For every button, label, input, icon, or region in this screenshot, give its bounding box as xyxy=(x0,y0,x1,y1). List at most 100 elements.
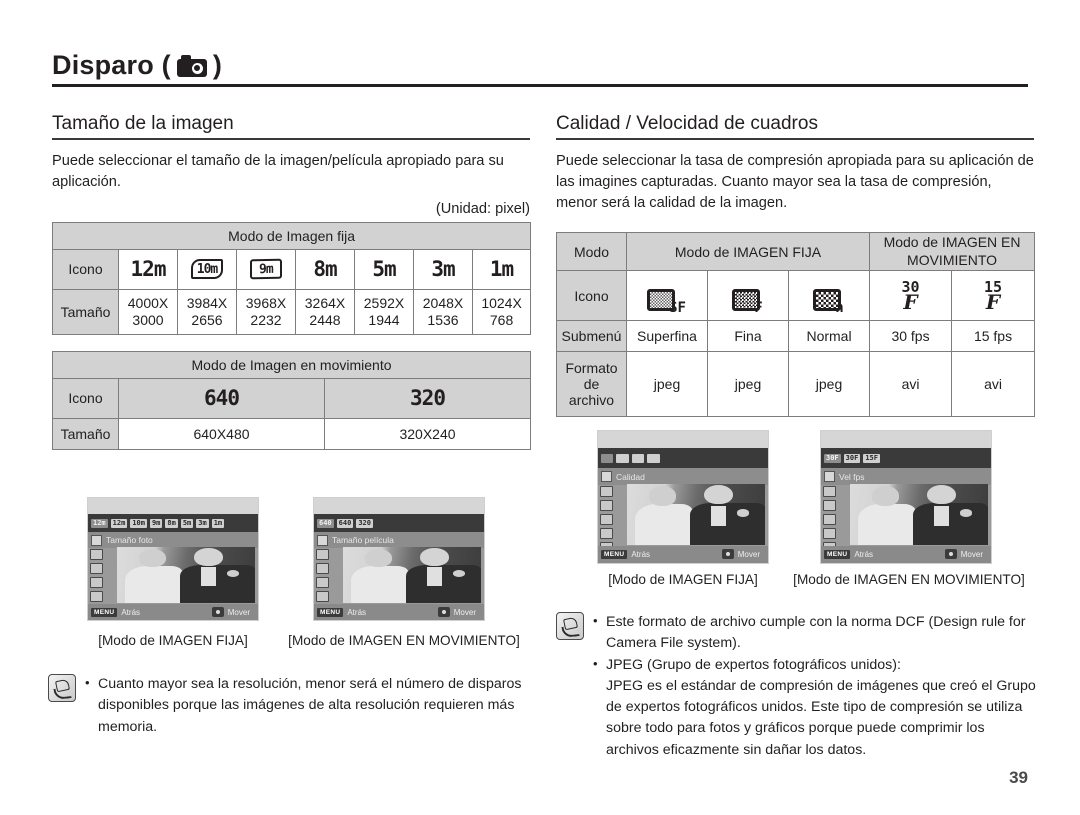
grid-icon[interactable] xyxy=(316,577,329,589)
file-format-cell: jpeg xyxy=(787,351,871,418)
white-balance-icon[interactable] xyxy=(823,500,836,512)
lcd-chip[interactable]: 320 xyxy=(356,518,373,528)
lcd-chip-quality[interactable] xyxy=(647,453,660,463)
dpad-icon[interactable] xyxy=(437,607,450,618)
row-label-icono: Icono xyxy=(52,248,119,290)
dpad-icon[interactable] xyxy=(211,607,224,618)
still-size-cell: 2048X 1536 xyxy=(413,288,473,335)
lcd-chip[interactable]: 12m xyxy=(91,518,108,528)
lcd-bottom-bar: MENU Atrás Mover xyxy=(821,545,991,563)
row-label-tamano: Tamaño xyxy=(52,417,119,450)
table-row: Icono SF F n 30 F 15 F xyxy=(556,270,1036,322)
page-title-close: ) xyxy=(212,50,223,80)
movie-icon-320: 320 xyxy=(324,377,531,419)
group-header-still: Modo de IMAGEN FIJA xyxy=(625,232,871,272)
lcd-chip[interactable]: 12m xyxy=(110,518,128,528)
page-header: Disparo ( ) xyxy=(52,50,1028,87)
row-label-file-format: Formato de archivo xyxy=(556,351,627,418)
photo-size-icon xyxy=(91,534,102,546)
page-title: Disparo ( xyxy=(52,50,171,80)
caption-quality-still: [Modo de IMAGEN FIJA] xyxy=(608,572,758,587)
back-label: Atrás xyxy=(347,607,367,617)
file-format-cell: avi xyxy=(951,351,1036,418)
note-right: Este formato de archivo cumple con la no… xyxy=(556,611,1038,761)
lcd-chip[interactable]: 30F xyxy=(843,453,861,463)
lcd-chip[interactable]: 30F xyxy=(824,453,841,463)
face-icon[interactable] xyxy=(90,577,103,589)
dpad-icon[interactable] xyxy=(721,549,734,560)
quality-framerate-table: Modo Modo de IMAGEN FIJA Modo de IMAGEN … xyxy=(556,232,1036,418)
right-column: Calidad / Velocidad de cuadros Puede sel… xyxy=(556,113,1036,418)
ev-icon[interactable] xyxy=(600,486,613,498)
submenu-cell: Normal xyxy=(787,320,871,353)
header-divider xyxy=(52,84,1028,87)
grid-icon[interactable] xyxy=(823,514,836,526)
menu-button[interactable]: MENU xyxy=(824,549,851,559)
lcd-chip[interactable]: 640 xyxy=(336,518,354,528)
caption-movie-mode: [Modo de IMAGEN EN MOVIMIENTO] xyxy=(288,633,520,648)
submenu-cell: Superfina xyxy=(626,320,708,353)
lcd-chip[interactable]: 8m xyxy=(165,518,178,528)
lcd-bottom-bar: MENU Atrás Mover xyxy=(598,545,768,563)
lcd-chip-quality[interactable] xyxy=(616,453,629,463)
lcd-menu-label: Vel fps xyxy=(839,471,865,482)
still-icon-9m: 9m xyxy=(236,248,296,290)
ev-icon[interactable] xyxy=(316,549,329,561)
lcd-chip[interactable]: 15F xyxy=(863,453,880,463)
voice-icon[interactable] xyxy=(823,528,836,540)
image-size-intro: Puede seleccionar el tamaño de la imagen… xyxy=(52,152,504,190)
still-icon-1m: 1m xyxy=(471,248,532,290)
lcd-chip-quality[interactable] xyxy=(601,453,614,463)
voice-icon[interactable] xyxy=(316,591,329,603)
unit-note: (Unidad: pixel) xyxy=(435,200,530,217)
white-balance-icon[interactable] xyxy=(316,563,329,575)
focus-icon[interactable] xyxy=(90,591,103,603)
iso-icon[interactable] xyxy=(90,563,103,575)
ev-icon[interactable] xyxy=(90,549,103,561)
lcd-chip[interactable]: 10m xyxy=(130,518,147,528)
lcd-preview-photo xyxy=(116,546,255,603)
still-size-cell: 2592X 1944 xyxy=(354,288,414,335)
lcd-option-strip: 640 640 320 xyxy=(314,513,484,533)
note-item-body: JPEG es el estándar de compresión de imá… xyxy=(606,677,1036,758)
lcd-chip-quality[interactable] xyxy=(631,453,645,463)
lcd-option-strip: 30F 30F 15F xyxy=(821,448,991,468)
lcd-menu-label-row: Calidad xyxy=(598,467,768,486)
lcd-chip[interactable]: 640 xyxy=(317,518,334,528)
movie-size-cell: 640X480 xyxy=(118,417,325,450)
ev-icon[interactable] xyxy=(823,486,836,498)
lcd-menu-label: Tamaño foto xyxy=(106,535,153,546)
quality-icon-normal: n xyxy=(787,270,871,322)
back-label: Atrás xyxy=(631,549,651,559)
menu-button[interactable]: MENU xyxy=(601,549,628,559)
focus-icon[interactable] xyxy=(600,528,613,540)
dpad-icon[interactable] xyxy=(944,549,957,560)
table-row: Modo de Imagen fija xyxy=(51,221,532,250)
note-icon xyxy=(556,612,584,640)
movie-size-cell: 320X240 xyxy=(324,417,531,450)
move-label: Mover xyxy=(960,549,983,559)
lcd-option-strip: 12m 12m 10m 9m 8m 5m 3m 1m xyxy=(88,513,258,533)
lcd-chip[interactable]: 3m xyxy=(196,518,209,528)
lcd-screenshot-quality: Calidad MENU Atrás Mover xyxy=(597,430,769,564)
iso-icon[interactable] xyxy=(600,500,613,512)
still-image-size-table: Modo de Imagen fija Icono 12m 10m 9m 8m … xyxy=(51,221,532,335)
lcd-menu-label: Tamaño película xyxy=(332,535,394,546)
group-header-movie: Modo de IMAGEN EN MOVIMIENTO xyxy=(869,232,1036,272)
lcd-preview-photo xyxy=(342,546,481,603)
lcd-screenshot-movie-size: 640 640 320 Tamaño película MENU Atrás M… xyxy=(313,497,485,621)
face-icon[interactable] xyxy=(600,514,613,526)
submenu-cell: Fina xyxy=(707,320,789,353)
section-divider xyxy=(52,138,530,140)
framerate-icon-30fps: 30 F xyxy=(869,270,953,322)
menu-button[interactable]: MENU xyxy=(317,607,344,617)
menu-button[interactable]: MENU xyxy=(91,607,118,617)
lcd-chip[interactable]: 9m xyxy=(149,518,163,528)
lcd-option-strip xyxy=(598,448,768,468)
row-label-modo: Modo xyxy=(556,232,627,272)
table-row: Icono 12m 10m 9m 8m 5m 3m 1m xyxy=(52,248,532,290)
lcd-chip[interactable]: 1m xyxy=(211,518,225,528)
lcd-chip[interactable]: 5m xyxy=(180,518,194,528)
lcd-side-icons xyxy=(600,486,614,554)
still-icon-10m: 10m xyxy=(177,248,237,290)
